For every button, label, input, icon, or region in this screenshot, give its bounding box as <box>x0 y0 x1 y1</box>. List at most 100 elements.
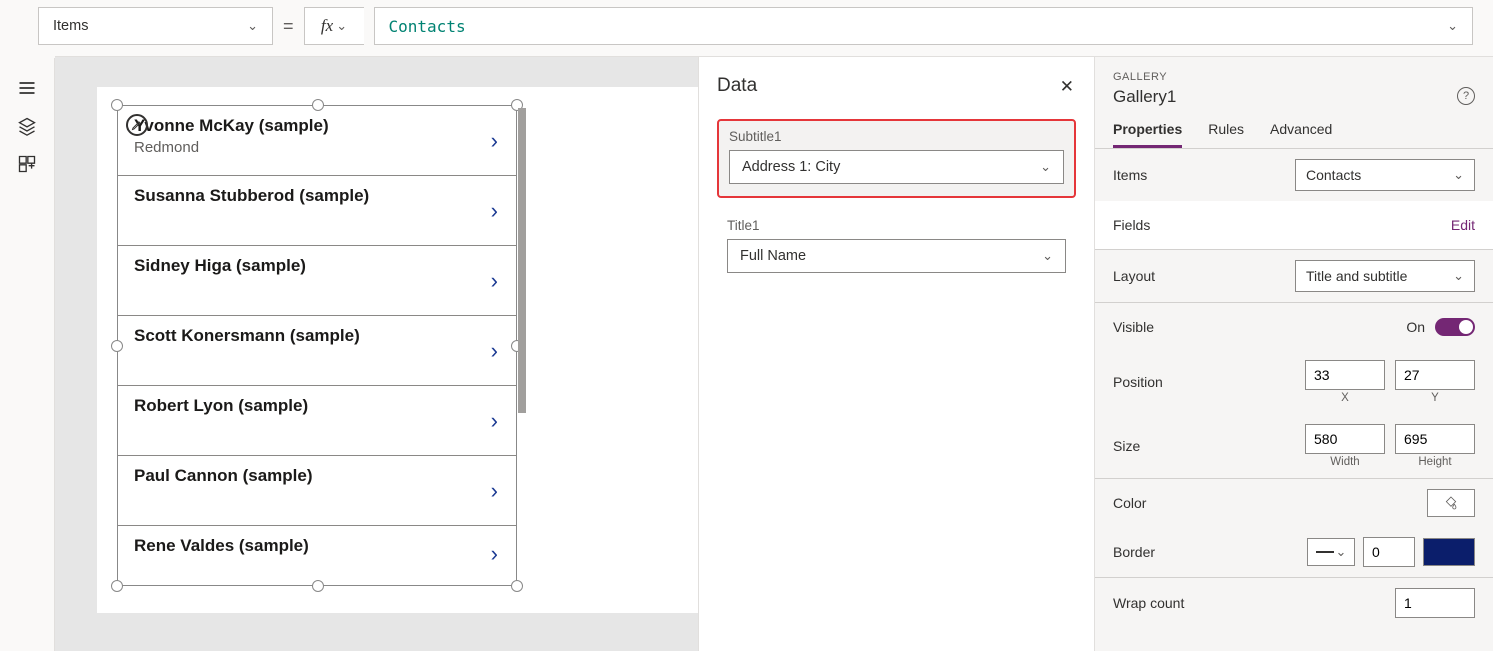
left-rail <box>0 58 55 651</box>
data-panel-title: Data <box>717 75 1076 97</box>
position-y-input[interactable] <box>1395 360 1475 390</box>
field-title-select[interactable]: Full Name ⌄ <box>727 239 1066 273</box>
property-select[interactable]: Items ⌄ <box>38 7 273 45</box>
chevron-down-icon: ⌄ <box>1453 268 1464 284</box>
control-type-label: GALLERY <box>1113 71 1475 83</box>
selection-handle[interactable] <box>511 580 523 592</box>
properties-header: GALLERY Gallery1 ? <box>1095 57 1493 107</box>
prop-label: Fields <box>1113 217 1150 233</box>
tab-advanced[interactable]: Advanced <box>1270 121 1332 148</box>
field-label: Subtitle1 <box>729 129 1064 144</box>
visible-toggle[interactable]: On <box>1406 318 1475 336</box>
property-tabs: Properties Rules Advanced <box>1095 107 1493 149</box>
items-value: Contacts <box>1306 167 1361 183</box>
edit-fields-link[interactable]: Edit <box>1451 217 1475 233</box>
chevron-right-icon[interactable]: › <box>491 478 498 504</box>
prop-position: Position X Y <box>1095 350 1493 414</box>
chevron-right-icon[interactable]: › <box>491 198 498 224</box>
size-width-input[interactable] <box>1305 424 1385 454</box>
edit-icon[interactable] <box>126 114 148 136</box>
gallery-item[interactable]: Paul Cannon (sample) › <box>118 456 516 526</box>
prop-label: Items <box>1113 167 1147 183</box>
prop-label: Position <box>1113 374 1163 390</box>
control-name: Gallery1 <box>1113 87 1475 107</box>
position-x-input[interactable] <box>1305 360 1385 390</box>
gallery-item-title: Robert Lyon (sample) <box>134 396 504 416</box>
chevron-right-icon[interactable]: › <box>491 338 498 364</box>
color-picker[interactable] <box>1427 489 1475 517</box>
prop-label: Color <box>1113 495 1146 511</box>
data-panel: Data ✕ Subtitle1 Address 1: City ⌄ Title… <box>698 56 1094 651</box>
gallery-item[interactable]: Rene Valdes (sample) › <box>118 526 516 581</box>
prop-label: Layout <box>1113 268 1155 284</box>
layout-select[interactable]: Title and subtitle ⌄ <box>1295 260 1475 292</box>
tab-properties[interactable]: Properties <box>1113 121 1182 148</box>
field-label: Title1 <box>727 218 1066 233</box>
layout-value: Title and subtitle <box>1306 268 1407 284</box>
layers-icon[interactable] <box>17 116 37 136</box>
width-label: Width <box>1305 456 1385 468</box>
chevron-down-icon: ⌄ <box>1336 544 1347 560</box>
gallery-item[interactable]: Robert Lyon (sample) › <box>118 386 516 456</box>
gallery-item[interactable]: Scott Konersmann (sample) › <box>118 316 516 386</box>
close-icon[interactable]: ✕ <box>1060 77 1074 97</box>
x-label: X <box>1305 392 1385 404</box>
chevron-right-icon[interactable]: › <box>491 541 498 567</box>
gallery-item-title: Rene Valdes (sample) <box>134 536 504 556</box>
prop-layout: Layout Title and subtitle ⌄ <box>1095 249 1493 302</box>
formula-bar: Items ⌄ = fx ⌄ Contacts ⌄ <box>38 7 1473 45</box>
scrollbar[interactable] <box>518 108 526 413</box>
properties-panel: GALLERY Gallery1 ? Properties Rules Adva… <box>1094 56 1493 651</box>
selection-handle[interactable] <box>312 580 324 592</box>
prop-size: Size Width Height <box>1095 414 1493 478</box>
gallery-item[interactable]: Susanna Stubberod (sample) › <box>118 176 516 246</box>
prop-fields: Fields Edit <box>1095 201 1493 249</box>
field-title-value: Full Name <box>740 248 806 264</box>
chevron-down-icon: ⌄ <box>1453 167 1464 183</box>
toggle-value: On <box>1406 319 1425 335</box>
screen-stage[interactable]: Yvonne McKay (sample) Redmond › Susanna … <box>97 87 702 613</box>
fill-icon <box>1443 495 1459 511</box>
insert-icon[interactable] <box>17 154 37 174</box>
prop-border: Border ⌄ <box>1095 527 1493 577</box>
property-select-value: Items <box>53 18 88 34</box>
field-subtitle-value: Address 1: City <box>742 159 840 175</box>
chevron-right-icon[interactable]: › <box>491 128 498 154</box>
tab-rules[interactable]: Rules <box>1208 121 1244 148</box>
toggle-pill <box>1435 318 1475 336</box>
y-label: Y <box>1395 392 1475 404</box>
wrap-count-input[interactable] <box>1395 588 1475 618</box>
prop-color: Color <box>1095 478 1493 527</box>
chevron-right-icon[interactable]: › <box>491 408 498 434</box>
gallery-item-title: Susanna Stubberod (sample) <box>134 186 504 206</box>
prop-label: Size <box>1113 438 1140 454</box>
equals-label: = <box>283 16 294 37</box>
gallery-item[interactable]: Yvonne McKay (sample) Redmond › <box>118 106 516 176</box>
height-label: Height <box>1395 456 1475 468</box>
prop-label: Wrap count <box>1113 595 1184 611</box>
help-icon[interactable]: ? <box>1457 87 1475 105</box>
gallery-item-subtitle: Redmond <box>134 139 504 156</box>
selection-handle[interactable] <box>111 580 123 592</box>
field-subtitle-select[interactable]: Address 1: City ⌄ <box>729 150 1064 184</box>
border-style-select[interactable]: ⌄ <box>1307 538 1355 566</box>
canvas[interactable]: Yvonne McKay (sample) Redmond › Susanna … <box>55 56 698 651</box>
items-select[interactable]: Contacts ⌄ <box>1295 159 1475 191</box>
gallery-control[interactable]: Yvonne McKay (sample) Redmond › Susanna … <box>117 105 517 586</box>
gallery-item[interactable]: Sidney Higa (sample) › <box>118 246 516 316</box>
formula-input[interactable]: Contacts ⌄ <box>374 7 1473 45</box>
field-title1: Title1 Full Name ⌄ <box>717 210 1076 285</box>
prop-wrap-count: Wrap count <box>1095 577 1493 628</box>
gallery-item-title: Yvonne McKay (sample) <box>134 116 504 136</box>
hamburger-icon[interactable] <box>17 78 37 98</box>
fx-button[interactable]: fx ⌄ <box>304 7 364 45</box>
chevron-down-icon: ⌄ <box>1447 18 1458 34</box>
border-width-input[interactable] <box>1363 537 1415 567</box>
border-color-swatch[interactable] <box>1423 538 1475 566</box>
prop-label: Border <box>1113 544 1155 560</box>
gallery-item-title: Paul Cannon (sample) <box>134 466 504 486</box>
chevron-right-icon[interactable]: › <box>491 268 498 294</box>
gallery-item-title: Sidney Higa (sample) <box>134 256 504 276</box>
size-height-input[interactable] <box>1395 424 1475 454</box>
formula-text: Contacts <box>389 17 466 36</box>
